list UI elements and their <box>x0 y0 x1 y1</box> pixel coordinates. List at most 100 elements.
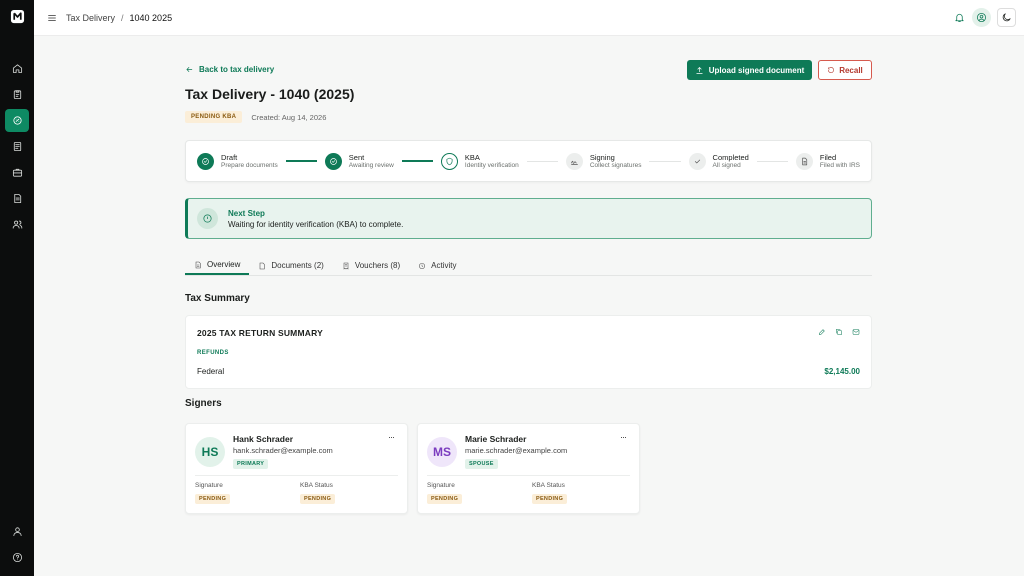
account-button[interactable] <box>972 8 991 27</box>
step-completed-status <box>688 152 706 170</box>
app-logo[interactable] <box>9 8 26 25</box>
copy-icon[interactable] <box>835 328 843 336</box>
check-circle-icon <box>202 157 209 165</box>
tab-activity[interactable]: Activity <box>409 256 465 275</box>
sidebar-item-files[interactable] <box>5 187 29 210</box>
clock-icon <box>419 262 426 269</box>
sidebar-item-tax-delivery[interactable] <box>5 109 29 132</box>
clipboard-icon <box>13 90 21 100</box>
sidebar-item-clipboard[interactable] <box>5 83 29 106</box>
next-step-title: Next Step <box>228 208 265 218</box>
sidebar-bottom <box>5 524 29 564</box>
more-options-button[interactable]: ··· <box>385 432 397 442</box>
briefcase-icon <box>12 168 22 177</box>
mail-icon[interactable] <box>852 328 860 336</box>
step-completed: Completed All signed <box>688 152 749 170</box>
receipt-icon <box>343 262 349 269</box>
step-signing-status <box>565 152 583 170</box>
step-kba: KBA Identity verification <box>440 152 519 170</box>
page-title: Tax Delivery - 1040 (2025) <box>185 86 355 102</box>
step-signing: Signing Collect signatures <box>565 152 641 170</box>
tab-vouchers[interactable]: Vouchers (8) <box>333 256 409 275</box>
upload-signed-document-button[interactable]: Upload signed document <box>687 60 812 80</box>
step-sub: All signed <box>712 161 741 169</box>
signers-heading: Signers <box>185 398 222 409</box>
step-sub: Identity verification <box>464 161 519 169</box>
signature-status-badge: PENDING <box>195 494 231 504</box>
summary-actions <box>818 328 860 336</box>
recall-button[interactable]: Recall <box>818 60 872 80</box>
sidebar-item-users[interactable] <box>5 213 29 236</box>
tab-label: Vouchers (8) <box>354 261 401 270</box>
back-link[interactable]: Back to tax delivery <box>185 65 274 74</box>
bell-icon <box>954 13 964 23</box>
step-sent: Sent Awaiting review <box>324 152 394 170</box>
theme-toggle-button[interactable] <box>997 8 1016 27</box>
sidebar-item-home[interactable] <box>5 57 29 80</box>
tax-summary-heading: Tax Summary <box>185 293 250 304</box>
step-label: Filed <box>819 152 837 162</box>
signer-role-badge: SPOUSE <box>465 459 498 469</box>
kba-status-label: KBA Status <box>300 482 333 489</box>
kba-status-badge: PENDING <box>532 494 568 504</box>
shield-icon <box>446 157 453 165</box>
step-label: KBA <box>464 152 480 162</box>
top-bar: Tax Delivery / 1040 2025 <box>34 0 1024 36</box>
menu-toggle-button[interactable] <box>46 12 58 24</box>
signature-icon <box>570 160 578 165</box>
step-filed: Filed Filed with IRS <box>795 152 860 170</box>
recall-label: Recall <box>839 65 863 75</box>
edit-icon[interactable] <box>818 328 826 336</box>
avatar: HS <box>195 437 225 467</box>
signer-role-badge: PRIMARY <box>233 459 269 469</box>
step-connector <box>756 160 788 162</box>
sidebar-item-help[interactable] <box>5 550 29 564</box>
refunds-label: REFUNDS <box>197 350 229 356</box>
notifications-button[interactable] <box>952 8 966 27</box>
info-icon <box>197 208 218 229</box>
moon-icon <box>1002 13 1011 22</box>
document-icon <box>260 262 265 269</box>
step-filed-status <box>795 152 813 170</box>
signer-email: marie.schrader@example.com <box>465 446 568 455</box>
sidebar-item-profile[interactable] <box>5 524 29 538</box>
tab-bar: Overview Documents (2) Vouchers (8) Acti… <box>185 256 872 276</box>
back-label: Back to tax delivery <box>199 65 275 74</box>
kba-status-label: KBA Status <box>532 482 565 489</box>
signer-name: Marie Schrader <box>465 434 527 444</box>
step-draft: Draft Prepare documents <box>197 152 278 170</box>
help-icon <box>12 552 22 562</box>
created-date: Created: Aug 14, 2026 <box>251 112 327 122</box>
status-badge: PENDING KBA <box>185 111 243 123</box>
document-icon <box>13 141 21 152</box>
sidebar-item-briefcase[interactable] <box>5 161 29 184</box>
tab-label: Overview <box>207 260 241 269</box>
breadcrumb-item-current: 1040 2025 <box>129 12 173 23</box>
breadcrumb-item-tax-delivery[interactable]: Tax Delivery <box>66 13 115 23</box>
step-sent-status <box>324 152 342 170</box>
step-label: Completed <box>712 152 749 162</box>
upload-icon <box>696 66 703 74</box>
tab-documents[interactable]: Documents (2) <box>249 256 332 275</box>
step-sub: Prepare documents <box>221 161 278 169</box>
signer-card: HS Hank Schrader hank.schrader@example.c… <box>185 423 408 514</box>
step-label: Sent <box>348 152 365 162</box>
tab-label: Activity <box>431 261 457 270</box>
tab-overview[interactable]: Overview <box>185 256 250 275</box>
more-options-button[interactable]: ··· <box>617 432 629 442</box>
check-icon <box>694 159 700 163</box>
status-row: PENDING KBA Created: Aug 14, 2026 <box>185 111 326 123</box>
breadcrumb-separator: / <box>121 12 124 23</box>
tax-summary-card: 2025 TAX RETURN SUMMARY REFUNDS Federal … <box>185 315 872 389</box>
tax-delivery-icon <box>12 116 22 125</box>
sidebar-item-documents[interactable] <box>5 135 29 158</box>
top-actions <box>952 8 1016 27</box>
tab-label: Documents (2) <box>271 261 324 270</box>
file-icon <box>802 157 807 165</box>
kba-status-badge: PENDING <box>300 494 336 504</box>
next-step-text: Waiting for identity verification (KBA) … <box>228 219 404 229</box>
signer-card: MS Marie Schrader marie.schrader@example… <box>417 423 640 514</box>
divider <box>427 475 630 476</box>
avatar: MS <box>427 437 457 467</box>
next-step-banner: Next Step Waiting for identity verificat… <box>185 198 872 239</box>
